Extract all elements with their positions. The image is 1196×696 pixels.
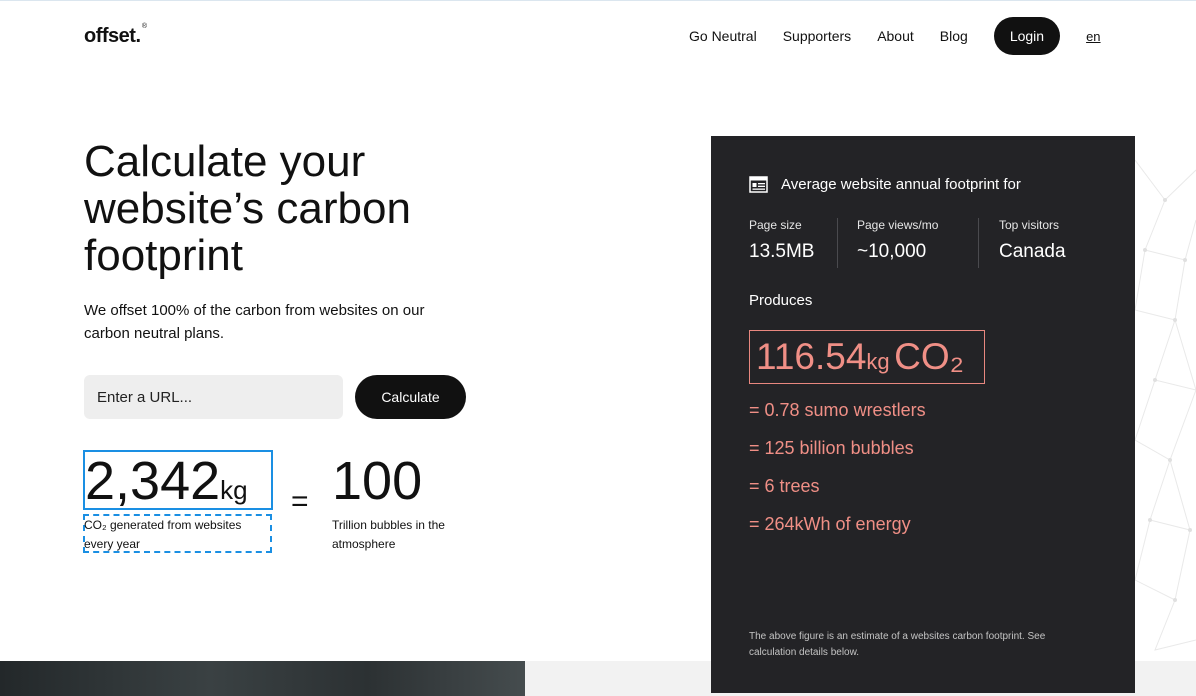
nav-blog[interactable]: Blog xyxy=(940,28,968,44)
equivalent-bubbles: = 125 billion bubbles xyxy=(749,438,914,458)
metric-page-size: Page size 13.5MB xyxy=(749,218,814,263)
co2-amount: 116.54 xyxy=(756,336,867,377)
estimate-note: The above figure is an estimate of a web… xyxy=(749,631,1046,658)
browser-window-icon xyxy=(749,176,768,193)
metric-divider xyxy=(837,218,838,268)
equals-sign: = xyxy=(291,485,309,518)
card-heading: Average website annual footprint for xyxy=(781,176,1021,193)
bubbles-stat-value: 100 xyxy=(332,451,423,511)
url-input[interactable] xyxy=(84,375,343,419)
logo-text: offset. xyxy=(84,25,141,47)
hero-subtitle: We offset 100% of the carbon from websit… xyxy=(84,302,425,342)
footprint-card: Average website annual footprint for Pag… xyxy=(711,136,1135,693)
produces-label: Produces xyxy=(749,292,813,309)
bubbles-stat-caption: Trillion bubbles in the atmosphere xyxy=(332,518,445,551)
nav-go-neutral[interactable]: Go Neutral xyxy=(689,28,757,44)
co2-total-caption: CO₂ generated from websites every year xyxy=(84,518,242,551)
metric-value: 13.5MB xyxy=(749,241,815,262)
co2-unit: kg xyxy=(866,349,890,374)
metric-divider xyxy=(978,218,979,268)
page-title: Calculate your website’s carbon footprin… xyxy=(84,137,411,280)
calculate-button[interactable]: Calculate xyxy=(355,375,466,419)
offset-logo[interactable]: offset. ® xyxy=(84,23,147,48)
metric-page-views: Page views/mo ~10,000 xyxy=(857,218,938,263)
network-mesh-decoration xyxy=(1135,159,1196,651)
equivalent-energy: = 264kWh of energy xyxy=(749,514,911,534)
equivalent-trees: = 6 trees xyxy=(749,476,820,496)
login-button[interactable]: Login xyxy=(993,17,1061,55)
co2-total-stat: 2,342kg xyxy=(85,450,248,521)
co2-total-value: 2,342 xyxy=(85,451,221,511)
metric-value: ~10,000 xyxy=(857,241,927,262)
main-nav: Go Neutral Supporters About Blog Login e… xyxy=(689,17,1101,55)
card-header: Average website annual footprint for xyxy=(749,176,1021,193)
nav-supporters[interactable]: Supporters xyxy=(783,28,851,44)
logo-registered-mark: ® xyxy=(141,23,147,30)
nav-about[interactable]: About xyxy=(877,28,914,44)
metric-value: Canada xyxy=(999,241,1066,262)
metric-top-visitors: Top visitors Canada xyxy=(999,218,1066,263)
language-switch[interactable]: en xyxy=(1086,29,1100,44)
metric-label: Top visitors xyxy=(999,218,1060,232)
equivalent-sumo: = 0.78 sumo wrestlers xyxy=(749,400,926,420)
section-image xyxy=(0,661,525,696)
top-border xyxy=(0,0,1196,1)
metric-label: Page views/mo xyxy=(857,218,939,232)
co2-total-unit: kg xyxy=(220,475,248,505)
co2-result-box: 116.54kg CO₂ xyxy=(749,330,985,384)
co2-label: CO₂ xyxy=(894,336,964,377)
metric-label: Page size xyxy=(749,218,802,232)
